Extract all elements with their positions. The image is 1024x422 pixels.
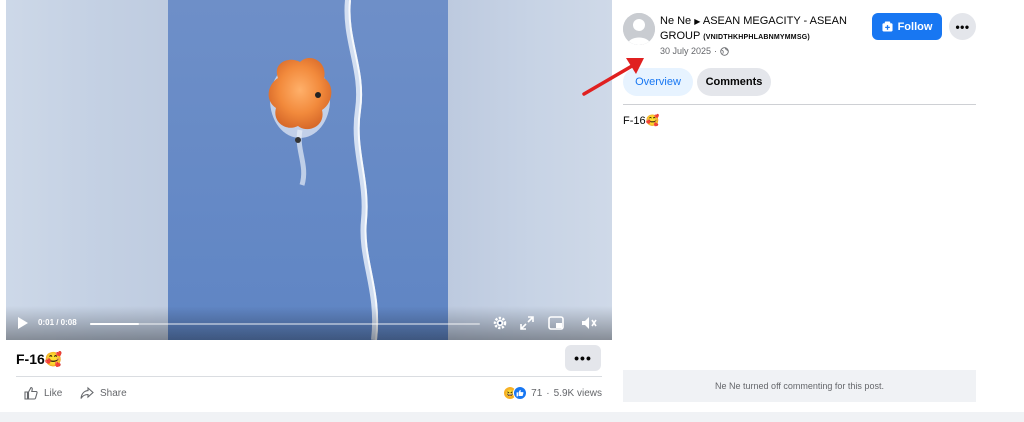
video-controls: 0:01 / 0:08 (6, 306, 612, 340)
stats-separator: · (546, 387, 550, 399)
fullscreen-icon[interactable] (520, 316, 534, 330)
video-player[interactable]: 0:01 / 0:08 (6, 0, 612, 340)
follow-button[interactable]: Follow (872, 13, 942, 40)
share-button[interactable]: Share (80, 386, 127, 400)
video-post-panel: 0:01 / 0:08 F-16🥰 ••• Like Share 😆 71 · … (0, 0, 614, 422)
follow-group-icon (882, 21, 893, 32)
mute-icon[interactable] (580, 315, 598, 331)
thumbs-up-icon (24, 386, 38, 400)
video-time: 0:01 / 0:08 (38, 318, 77, 327)
view-count: 5.9K views (553, 387, 602, 399)
annotation-arrow-icon (582, 58, 644, 96)
post-meta: 30 July 2025 · (660, 46, 729, 56)
follow-label: Follow (897, 20, 933, 33)
play-icon[interactable] (16, 316, 30, 330)
like-button[interactable]: Like (24, 386, 62, 400)
globe-icon (720, 46, 729, 56)
page-footer-strip (0, 412, 1024, 422)
share-icon (80, 386, 94, 399)
post-date[interactable]: 30 July 2025 (660, 46, 711, 56)
author-line: Ne Ne ▶ ASEAN MEGACITY - ASEAN GROUP (VN… (660, 14, 860, 45)
comments-disabled-notice: Ne Ne turned off commenting for this pos… (623, 370, 976, 402)
avatar[interactable] (623, 13, 655, 45)
divider (16, 376, 602, 377)
picture-in-picture-icon[interactable] (548, 316, 564, 330)
video-progress-bar[interactable] (90, 323, 480, 325)
header-more-button[interactable]: ••• (949, 13, 976, 40)
author-name[interactable]: Ne Ne (660, 15, 691, 27)
post-more-button[interactable]: ••• (565, 345, 601, 371)
default-avatar-icon (623, 13, 655, 45)
reaction-icons[interactable]: 😆 (503, 386, 528, 400)
caret-right-icon: ▶ (694, 17, 701, 26)
video-blur-left (6, 0, 168, 340)
video-progress-fill (90, 323, 139, 325)
tab-comments[interactable]: Comments (697, 68, 771, 96)
explosion-scene-image (168, 0, 448, 340)
video-blur-right (448, 0, 612, 340)
post-title: F-16🥰 (16, 351, 63, 367)
like-label: Like (44, 387, 63, 399)
post-description: F-16🥰 (623, 115, 660, 127)
divider (623, 104, 976, 105)
video-frame[interactable] (168, 0, 448, 340)
meta-separator: · (714, 46, 718, 56)
post-stats: 😆 71 · 5.9K views (503, 386, 602, 400)
share-label: Share (100, 387, 127, 399)
post-details-panel: Ne Ne ▶ ASEAN MEGACITY - ASEAN GROUP (VN… (614, 0, 1024, 422)
like-reaction-icon (513, 386, 528, 400)
reaction-count[interactable]: 71 (531, 388, 542, 399)
group-tag: (VNIDTHKHPHLABNMYMMSG) (703, 34, 810, 41)
gear-icon[interactable] (492, 315, 508, 331)
